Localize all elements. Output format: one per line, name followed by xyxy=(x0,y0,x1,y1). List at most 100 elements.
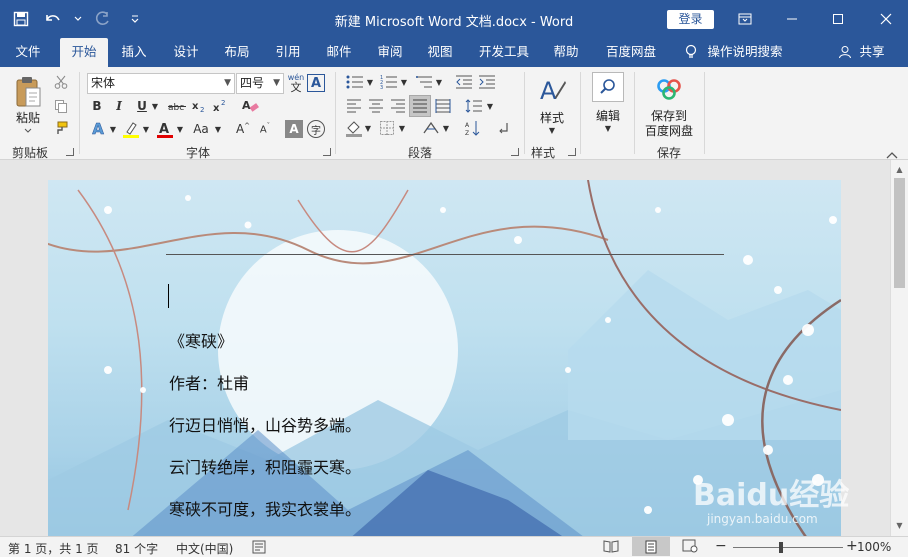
show-marks-icon[interactable] xyxy=(494,118,514,138)
borders-icon[interactable] xyxy=(377,118,397,138)
language-indicator[interactable]: 中文(中国) xyxy=(176,540,233,557)
grow-font-icon[interactable]: A^ xyxy=(234,119,252,139)
align-left-icon[interactable] xyxy=(344,96,364,116)
chevron-down-icon[interactable] xyxy=(22,126,34,134)
chevron-down-icon[interactable]: ▼ xyxy=(364,124,372,133)
phonetic-guide-button[interactable]: wén 文 xyxy=(287,72,305,94)
chevron-down-icon[interactable]: ▼ xyxy=(214,125,222,134)
baidu-netdisk-icon[interactable] xyxy=(654,75,684,103)
tab-file[interactable]: 文件 xyxy=(6,38,50,67)
chevron-down-icon[interactable]: ▼ xyxy=(109,125,117,134)
cut-icon[interactable] xyxy=(52,73,70,91)
tell-me-search[interactable]: 操作说明搜索 xyxy=(705,38,785,67)
tab-review[interactable]: 审阅 xyxy=(369,38,411,67)
text-effects-icon[interactable]: A xyxy=(88,119,108,139)
close-icon[interactable] xyxy=(871,4,901,34)
change-case-icon[interactable]: Aa xyxy=(189,119,213,139)
save-to-baidu-label-2[interactable]: 百度网盘 xyxy=(640,122,698,139)
tab-layout[interactable]: 布局 xyxy=(216,38,258,67)
maximize-icon[interactable] xyxy=(823,4,853,34)
multilevel-list-icon[interactable] xyxy=(413,73,435,91)
tab-home[interactable]: 开始 xyxy=(60,38,108,67)
enclose-characters-icon[interactable]: 字 xyxy=(307,120,325,138)
italic-icon[interactable]: I xyxy=(110,97,128,115)
styles-button[interactable]: 样式 xyxy=(534,109,570,126)
bullets-icon[interactable] xyxy=(344,73,366,91)
chevron-down-icon[interactable]: ▼ xyxy=(604,124,612,133)
paste-icon[interactable] xyxy=(10,73,46,111)
undo-icon[interactable] xyxy=(42,8,64,30)
chevron-down-icon[interactable]: ▼ xyxy=(151,101,159,111)
styles-launcher-icon[interactable] xyxy=(568,148,576,156)
zoom-slider-thumb[interactable] xyxy=(779,542,783,553)
highlight-icon[interactable] xyxy=(121,119,141,139)
strikethrough-icon[interactable]: abc xyxy=(166,97,188,115)
align-center-icon[interactable] xyxy=(366,96,386,116)
underline-icon[interactable]: U xyxy=(133,97,151,115)
editing-button[interactable]: 编辑 xyxy=(590,107,626,124)
customize-qat-icon[interactable] xyxy=(124,8,146,30)
poem-line[interactable]: 寒硖不可度，我实衣裳单。 xyxy=(169,496,361,520)
chevron-down-icon[interactable]: ▼ xyxy=(435,78,443,87)
chevron-down-icon[interactable] xyxy=(74,8,82,30)
decrease-indent-icon[interactable] xyxy=(454,73,474,91)
sort-icon[interactable]: AZ xyxy=(463,118,483,138)
character-shading-icon[interactable]: A xyxy=(285,120,303,138)
font-launcher-icon[interactable] xyxy=(323,148,331,156)
shading-icon[interactable] xyxy=(344,118,364,138)
distributed-icon[interactable] xyxy=(433,96,453,116)
justify-icon[interactable] xyxy=(409,95,431,117)
word-count[interactable]: 81 个字 xyxy=(115,540,158,557)
chevron-down-icon[interactable]: ▼ xyxy=(400,78,408,87)
superscript-icon[interactable]: x2 xyxy=(211,97,229,115)
styles-icon[interactable]: A xyxy=(534,73,570,107)
paste-button[interactable]: 粘贴 xyxy=(12,109,44,126)
tab-insert[interactable]: 插入 xyxy=(113,38,155,67)
accessibility-icon[interactable] xyxy=(252,540,266,557)
zoom-level[interactable]: 100% xyxy=(857,540,891,554)
character-border-icon[interactable]: A xyxy=(307,74,325,92)
login-button[interactable]: 登录 xyxy=(667,10,714,29)
collapse-ribbon-icon[interactable] xyxy=(886,148,900,159)
chevron-down-icon[interactable]: ▼ xyxy=(224,74,231,93)
vertical-scrollbar[interactable]: ▲ ▼ xyxy=(890,160,908,536)
font-size-combo[interactable]: 四号 ▼ xyxy=(236,73,284,94)
tab-view[interactable]: 视图 xyxy=(419,38,461,67)
zoom-slider[interactable] xyxy=(733,547,843,548)
poem-line[interactable]: 行迈日悄悄，山谷势多端。 xyxy=(169,412,361,436)
bold-icon[interactable]: B xyxy=(88,97,106,115)
format-painter-icon[interactable] xyxy=(52,119,70,137)
line-spacing-icon[interactable] xyxy=(463,96,485,116)
zoom-in-icon[interactable]: + xyxy=(846,538,858,554)
numbering-icon[interactable]: 123 xyxy=(378,73,400,91)
paragraph-launcher-icon[interactable] xyxy=(511,148,519,156)
tab-references[interactable]: 引用 xyxy=(267,38,309,67)
tab-developer[interactable]: 开发工具 xyxy=(473,38,535,67)
subscript-icon[interactable]: x2 xyxy=(190,97,208,115)
increase-indent-icon[interactable] xyxy=(477,73,497,91)
chinese-layout-icon[interactable] xyxy=(420,118,442,138)
ribbon-display-options-icon[interactable] xyxy=(730,4,760,34)
font-name-combo[interactable]: 宋体 ▼ xyxy=(87,73,235,94)
chevron-down-icon[interactable]: ▼ xyxy=(398,124,406,133)
chevron-down-icon[interactable]: ▼ xyxy=(442,124,450,133)
read-mode-icon[interactable] xyxy=(603,539,619,556)
share-person-icon[interactable] xyxy=(836,38,854,67)
redo-icon[interactable] xyxy=(92,8,114,30)
share-button[interactable]: 共享 xyxy=(855,38,889,67)
zoom-out-icon[interactable]: − xyxy=(715,538,727,554)
poem-title[interactable]: 《寒硖》 xyxy=(169,328,233,352)
chevron-down-icon[interactable]: ▼ xyxy=(486,102,494,111)
chevron-down-icon[interactable]: ▼ xyxy=(548,126,556,135)
minimize-icon[interactable] xyxy=(777,4,807,34)
chevron-down-icon[interactable]: ▼ xyxy=(366,78,374,87)
poem-author[interactable]: 作者：杜甫 xyxy=(169,370,249,394)
lightbulb-icon[interactable] xyxy=(680,38,702,67)
shrink-font-icon[interactable]: Aˇ xyxy=(256,119,274,139)
tab-mailings[interactable]: 邮件 xyxy=(318,38,360,67)
clipboard-launcher-icon[interactable] xyxy=(66,148,74,156)
font-color-icon[interactable]: A xyxy=(155,119,175,139)
web-layout-icon[interactable] xyxy=(682,539,698,556)
clear-formatting-icon[interactable]: A xyxy=(240,97,260,115)
scroll-up-icon[interactable]: ▲ xyxy=(894,164,905,175)
